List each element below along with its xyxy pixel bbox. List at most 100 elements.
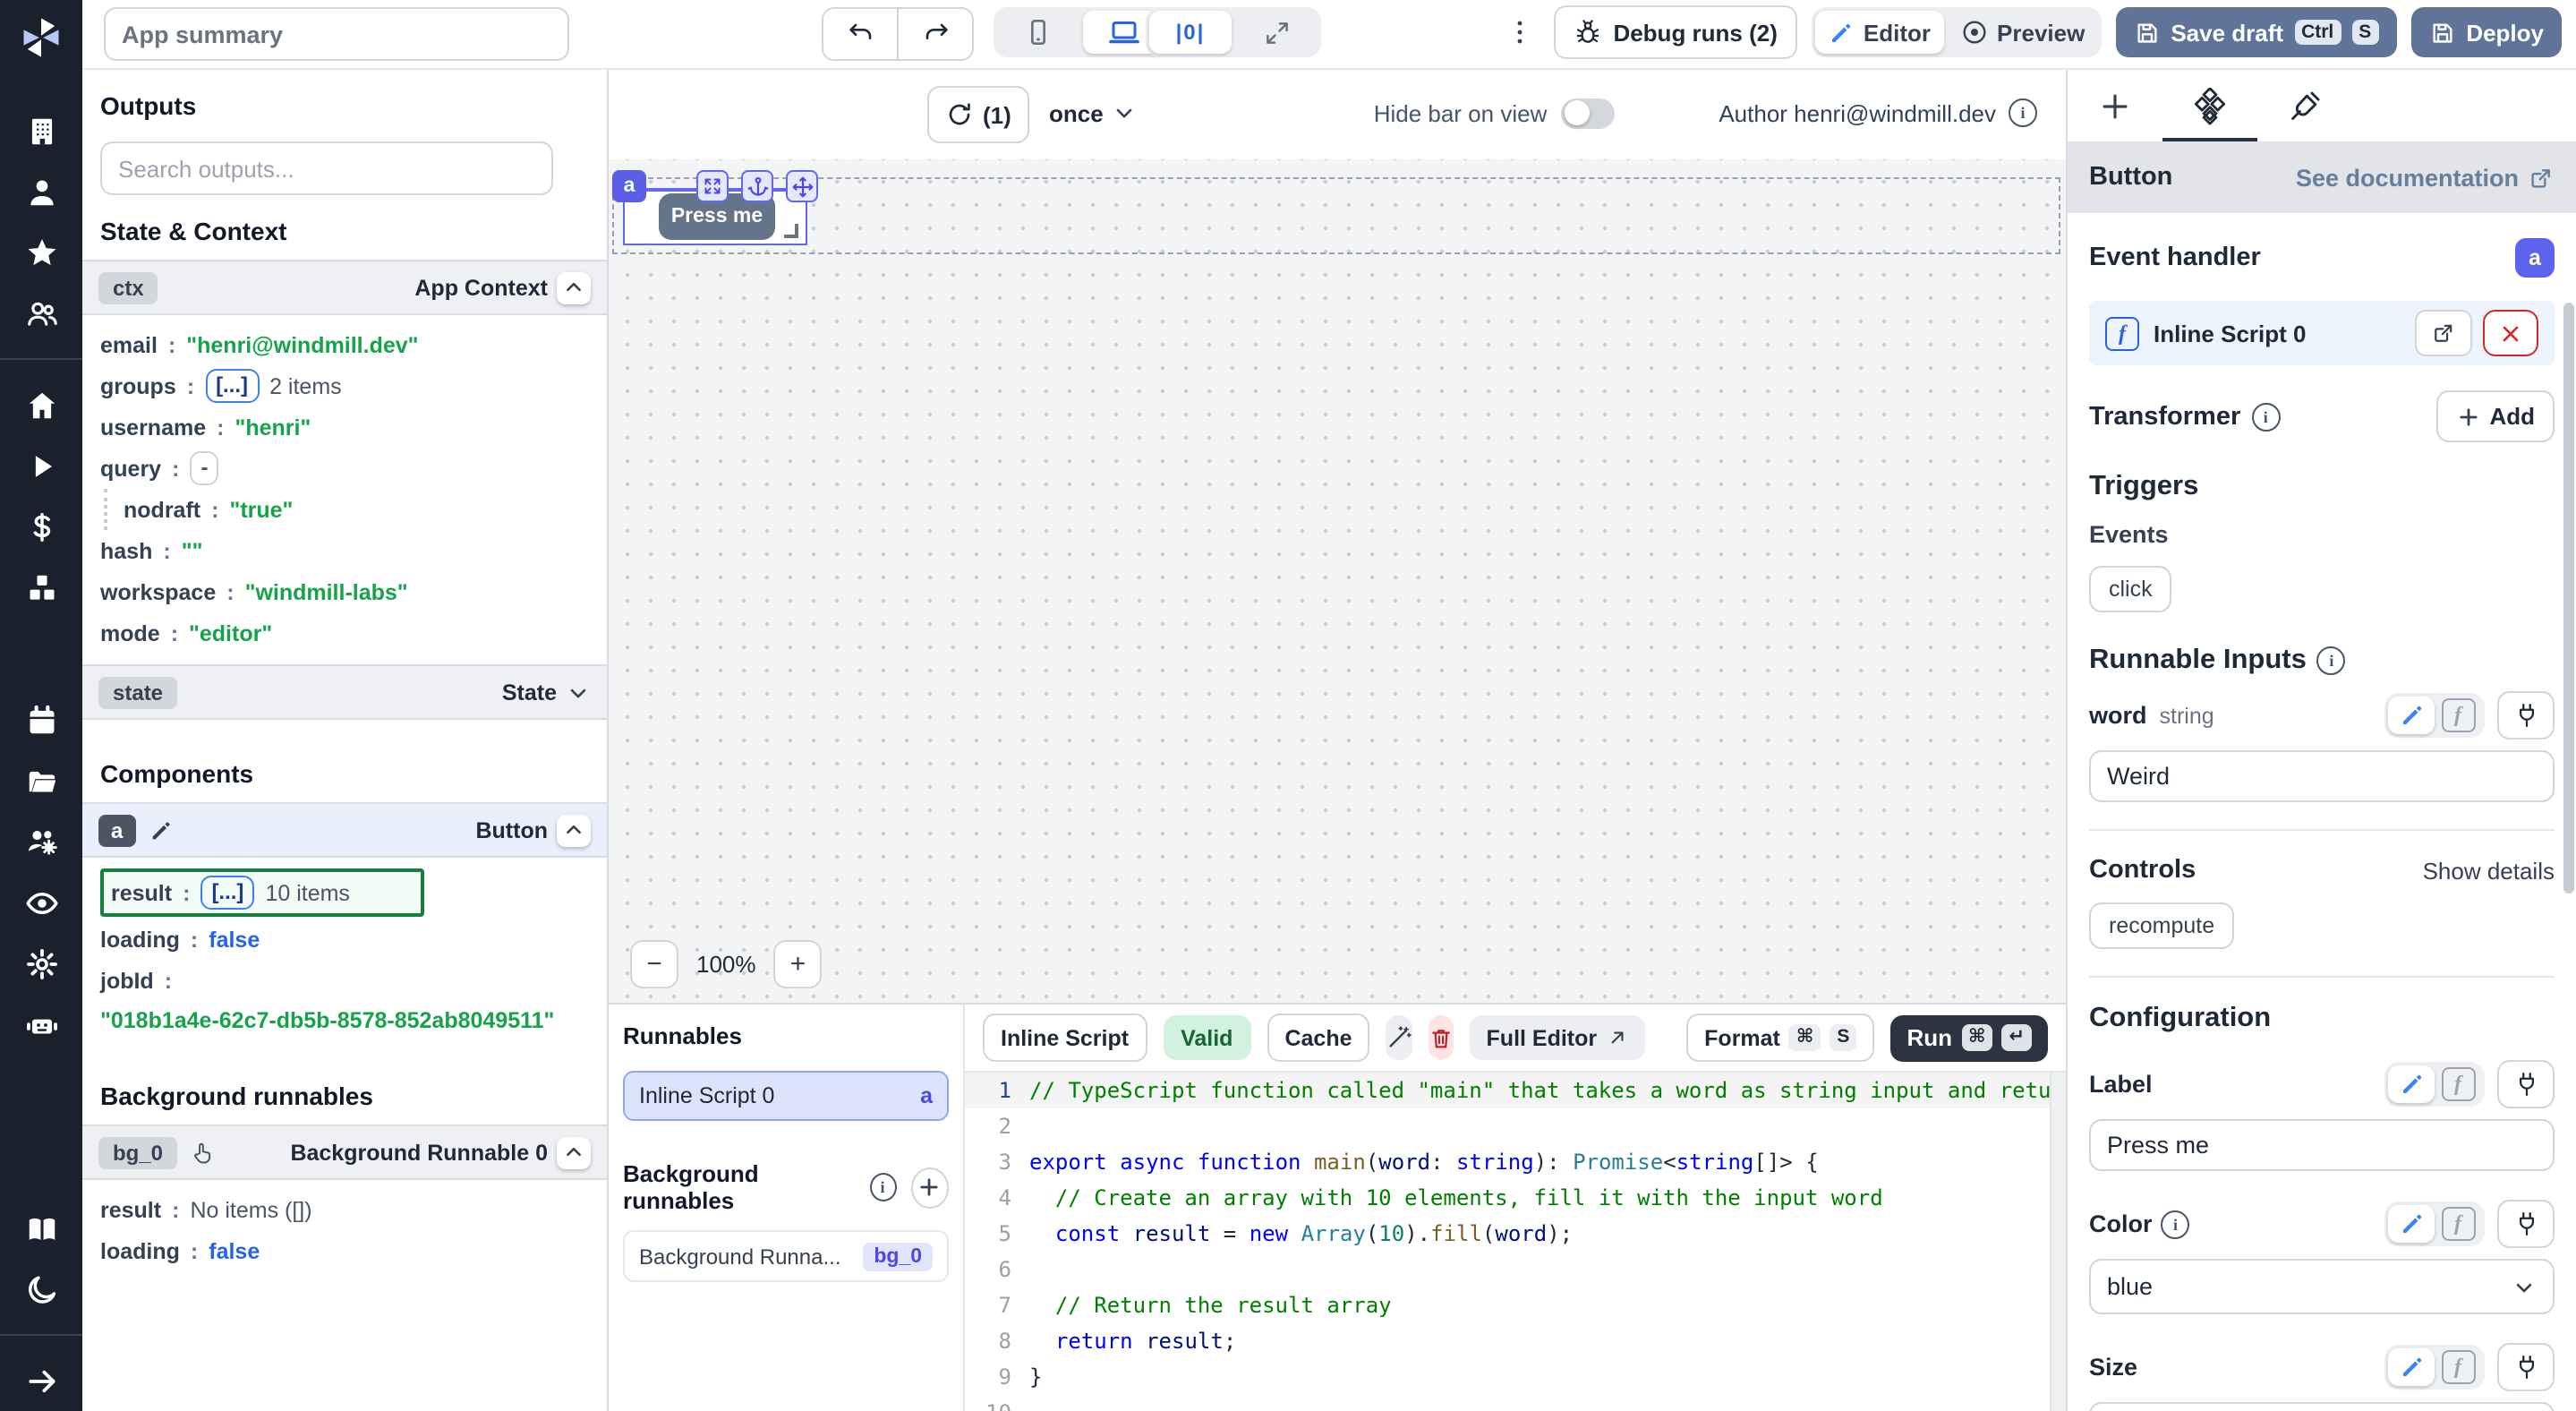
static-value-button[interactable] xyxy=(2388,697,2435,734)
editor-tab[interactable]: Editor xyxy=(1815,11,1943,54)
info-icon[interactable] xyxy=(2162,1210,2190,1238)
undo-button[interactable] xyxy=(823,9,897,59)
code-line-10[interactable]: 10 xyxy=(965,1395,2066,1411)
rail-item-book[interactable] xyxy=(0,1198,82,1259)
remove-script-button[interactable] xyxy=(2483,310,2538,356)
rail-item-users[interactable] xyxy=(0,283,82,344)
centered-layout-button[interactable]: |0| xyxy=(1149,11,1232,54)
code-line-7[interactable]: 7 // Return the result array xyxy=(965,1287,2066,1323)
expand-value-chip[interactable]: [...] xyxy=(200,876,254,910)
bg0-section-header[interactable]: bg_0 Background Runnable 0 xyxy=(82,1125,607,1180)
full-editor-button[interactable]: Full Editor xyxy=(1471,1015,1646,1060)
code-line-8[interactable]: 8 return result; xyxy=(965,1323,2066,1359)
collapse-ctx-button[interactable] xyxy=(557,271,591,304)
expand-value-chip[interactable]: [...] xyxy=(205,369,259,403)
ctx-section-header[interactable]: ctx App Context xyxy=(82,260,607,315)
show-details-link[interactable]: Show details xyxy=(2423,857,2555,884)
app-canvas[interactable]: a Press me − 100% + xyxy=(609,159,2066,1003)
open-script-button[interactable] xyxy=(2415,310,2472,356)
delete-script-button[interactable] xyxy=(1429,1015,1454,1060)
mobile-view-button[interactable] xyxy=(997,11,1079,54)
rail-item-user[interactable] xyxy=(0,161,82,222)
expression-value-button[interactable] xyxy=(2435,697,2481,734)
expand-handle[interactable] xyxy=(696,170,729,202)
redo-button[interactable] xyxy=(897,9,972,59)
runnable-item-inline-script-0[interactable]: Inline Script 0 a xyxy=(623,1071,949,1121)
refresh-button[interactable]: (1) xyxy=(927,86,1029,143)
event-script-row[interactable]: Inline Script 0 xyxy=(2089,301,2555,365)
add-transformer-button[interactable]: Add xyxy=(2435,390,2555,442)
see-documentation-link[interactable]: See documentation xyxy=(2296,164,2555,191)
code-editor[interactable]: 1// TypeScript function called "main" th… xyxy=(965,1073,2066,1411)
rail-item-arrow-right[interactable] xyxy=(0,1350,82,1411)
label-input[interactable] xyxy=(2089,1119,2555,1171)
expression-value-button[interactable] xyxy=(2435,1205,2481,1243)
preview-tab[interactable]: Preview xyxy=(1947,11,2097,54)
static-value-button[interactable] xyxy=(2388,1348,2435,1386)
code-line-6[interactable]: 6 xyxy=(965,1252,2066,1287)
collapse-bg0-button[interactable] xyxy=(557,1136,591,1168)
zoom-out-button[interactable]: − xyxy=(630,940,678,988)
state-section-header[interactable]: state State xyxy=(82,664,607,720)
code-line-4[interactable]: 4 // Create an array with 10 elements, f… xyxy=(965,1180,2066,1216)
static-value-button[interactable] xyxy=(2388,1205,2435,1243)
styling-tab[interactable] xyxy=(2257,70,2352,141)
control-pill-recompute[interactable]: recompute xyxy=(2089,902,2234,949)
info-icon[interactable] xyxy=(2009,98,2037,127)
code-line-5[interactable]: 5 const result = new Array(10).fill(word… xyxy=(965,1216,2066,1252)
rail-item-worker-group[interactable] xyxy=(0,811,82,872)
expand-value-chip[interactable]: - xyxy=(190,451,218,485)
connect-input-button[interactable] xyxy=(2497,1343,2555,1391)
deploy-button[interactable]: Deploy xyxy=(2410,7,2562,57)
rail-item-play[interactable] xyxy=(0,435,82,496)
rail-item-gear[interactable] xyxy=(0,933,82,994)
component-settings-tab[interactable] xyxy=(2162,70,2257,141)
button-component-header[interactable]: a Button xyxy=(82,802,607,858)
rail-item-moon[interactable] xyxy=(0,1259,82,1320)
static-value-button[interactable] xyxy=(2388,1065,2435,1103)
rail-item-dollar[interactable] xyxy=(0,496,82,557)
rail-item-building[interactable] xyxy=(0,100,82,161)
more-menu-button[interactable] xyxy=(1500,18,1540,47)
color-select[interactable]: blue xyxy=(2089,1259,2555,1314)
run-button[interactable]: Run ⌘ ↵ xyxy=(1890,1014,2048,1061)
connect-input-button[interactable] xyxy=(2497,1060,2555,1108)
collapse-button-component[interactable] xyxy=(557,814,591,846)
editor-scrollbar[interactable] xyxy=(2050,1073,2066,1411)
windmill-logo[interactable] xyxy=(18,14,64,61)
insert-component-tab[interactable] xyxy=(2068,70,2162,141)
info-icon[interactable] xyxy=(2251,402,2280,431)
save-draft-button[interactable]: Save draft CtrlS xyxy=(2115,7,2396,57)
app-summary-input[interactable] xyxy=(104,7,569,61)
rail-item-cubes[interactable] xyxy=(0,557,82,618)
connect-input-button[interactable] xyxy=(2497,691,2555,740)
rename-icon[interactable] xyxy=(148,817,173,842)
expression-value-button[interactable] xyxy=(2435,1065,2481,1103)
component-id-badge[interactable]: a xyxy=(612,170,646,202)
code-line-9[interactable]: 9} xyxy=(965,1359,2066,1395)
fullwidth-layout-button[interactable] xyxy=(1235,11,1318,54)
info-icon[interactable] xyxy=(869,1173,896,1201)
hide-bar-toggle[interactable] xyxy=(1561,98,1615,128)
resize-handle[interactable] xyxy=(784,224,798,238)
code-line-3[interactable]: 3export async function main(word: string… xyxy=(965,1144,2066,1180)
anchor-handle[interactable] xyxy=(741,170,773,202)
info-icon[interactable] xyxy=(2317,646,2346,675)
size-select[interactable]: xs xyxy=(2089,1402,2555,1411)
rail-item-star[interactable] xyxy=(0,222,82,283)
move-handle[interactable] xyxy=(786,170,818,202)
panel-scrollbar[interactable] xyxy=(2563,303,2574,894)
bg-runnable-item[interactable]: Background Runna... bg_0 xyxy=(623,1230,949,1282)
connect-input-button[interactable] xyxy=(2497,1200,2555,1248)
rail-item-robot[interactable] xyxy=(0,994,82,1055)
event-pill-click[interactable]: click xyxy=(2089,566,2172,612)
rail-item-eye[interactable] xyxy=(0,872,82,933)
code-line-2[interactable]: 2 xyxy=(965,1108,2066,1144)
rail-item-home[interactable] xyxy=(0,374,82,435)
rail-item-folder[interactable] xyxy=(0,750,82,811)
inline-script-tab[interactable]: Inline Script xyxy=(983,1013,1147,1062)
debug-runs-button[interactable]: Debug runs (2) xyxy=(1554,5,1796,59)
format-button[interactable]: Format ⌘ S xyxy=(1686,1013,1874,1062)
ai-assist-button[interactable] xyxy=(1386,1015,1413,1060)
add-background-runnable-button[interactable] xyxy=(910,1167,949,1208)
